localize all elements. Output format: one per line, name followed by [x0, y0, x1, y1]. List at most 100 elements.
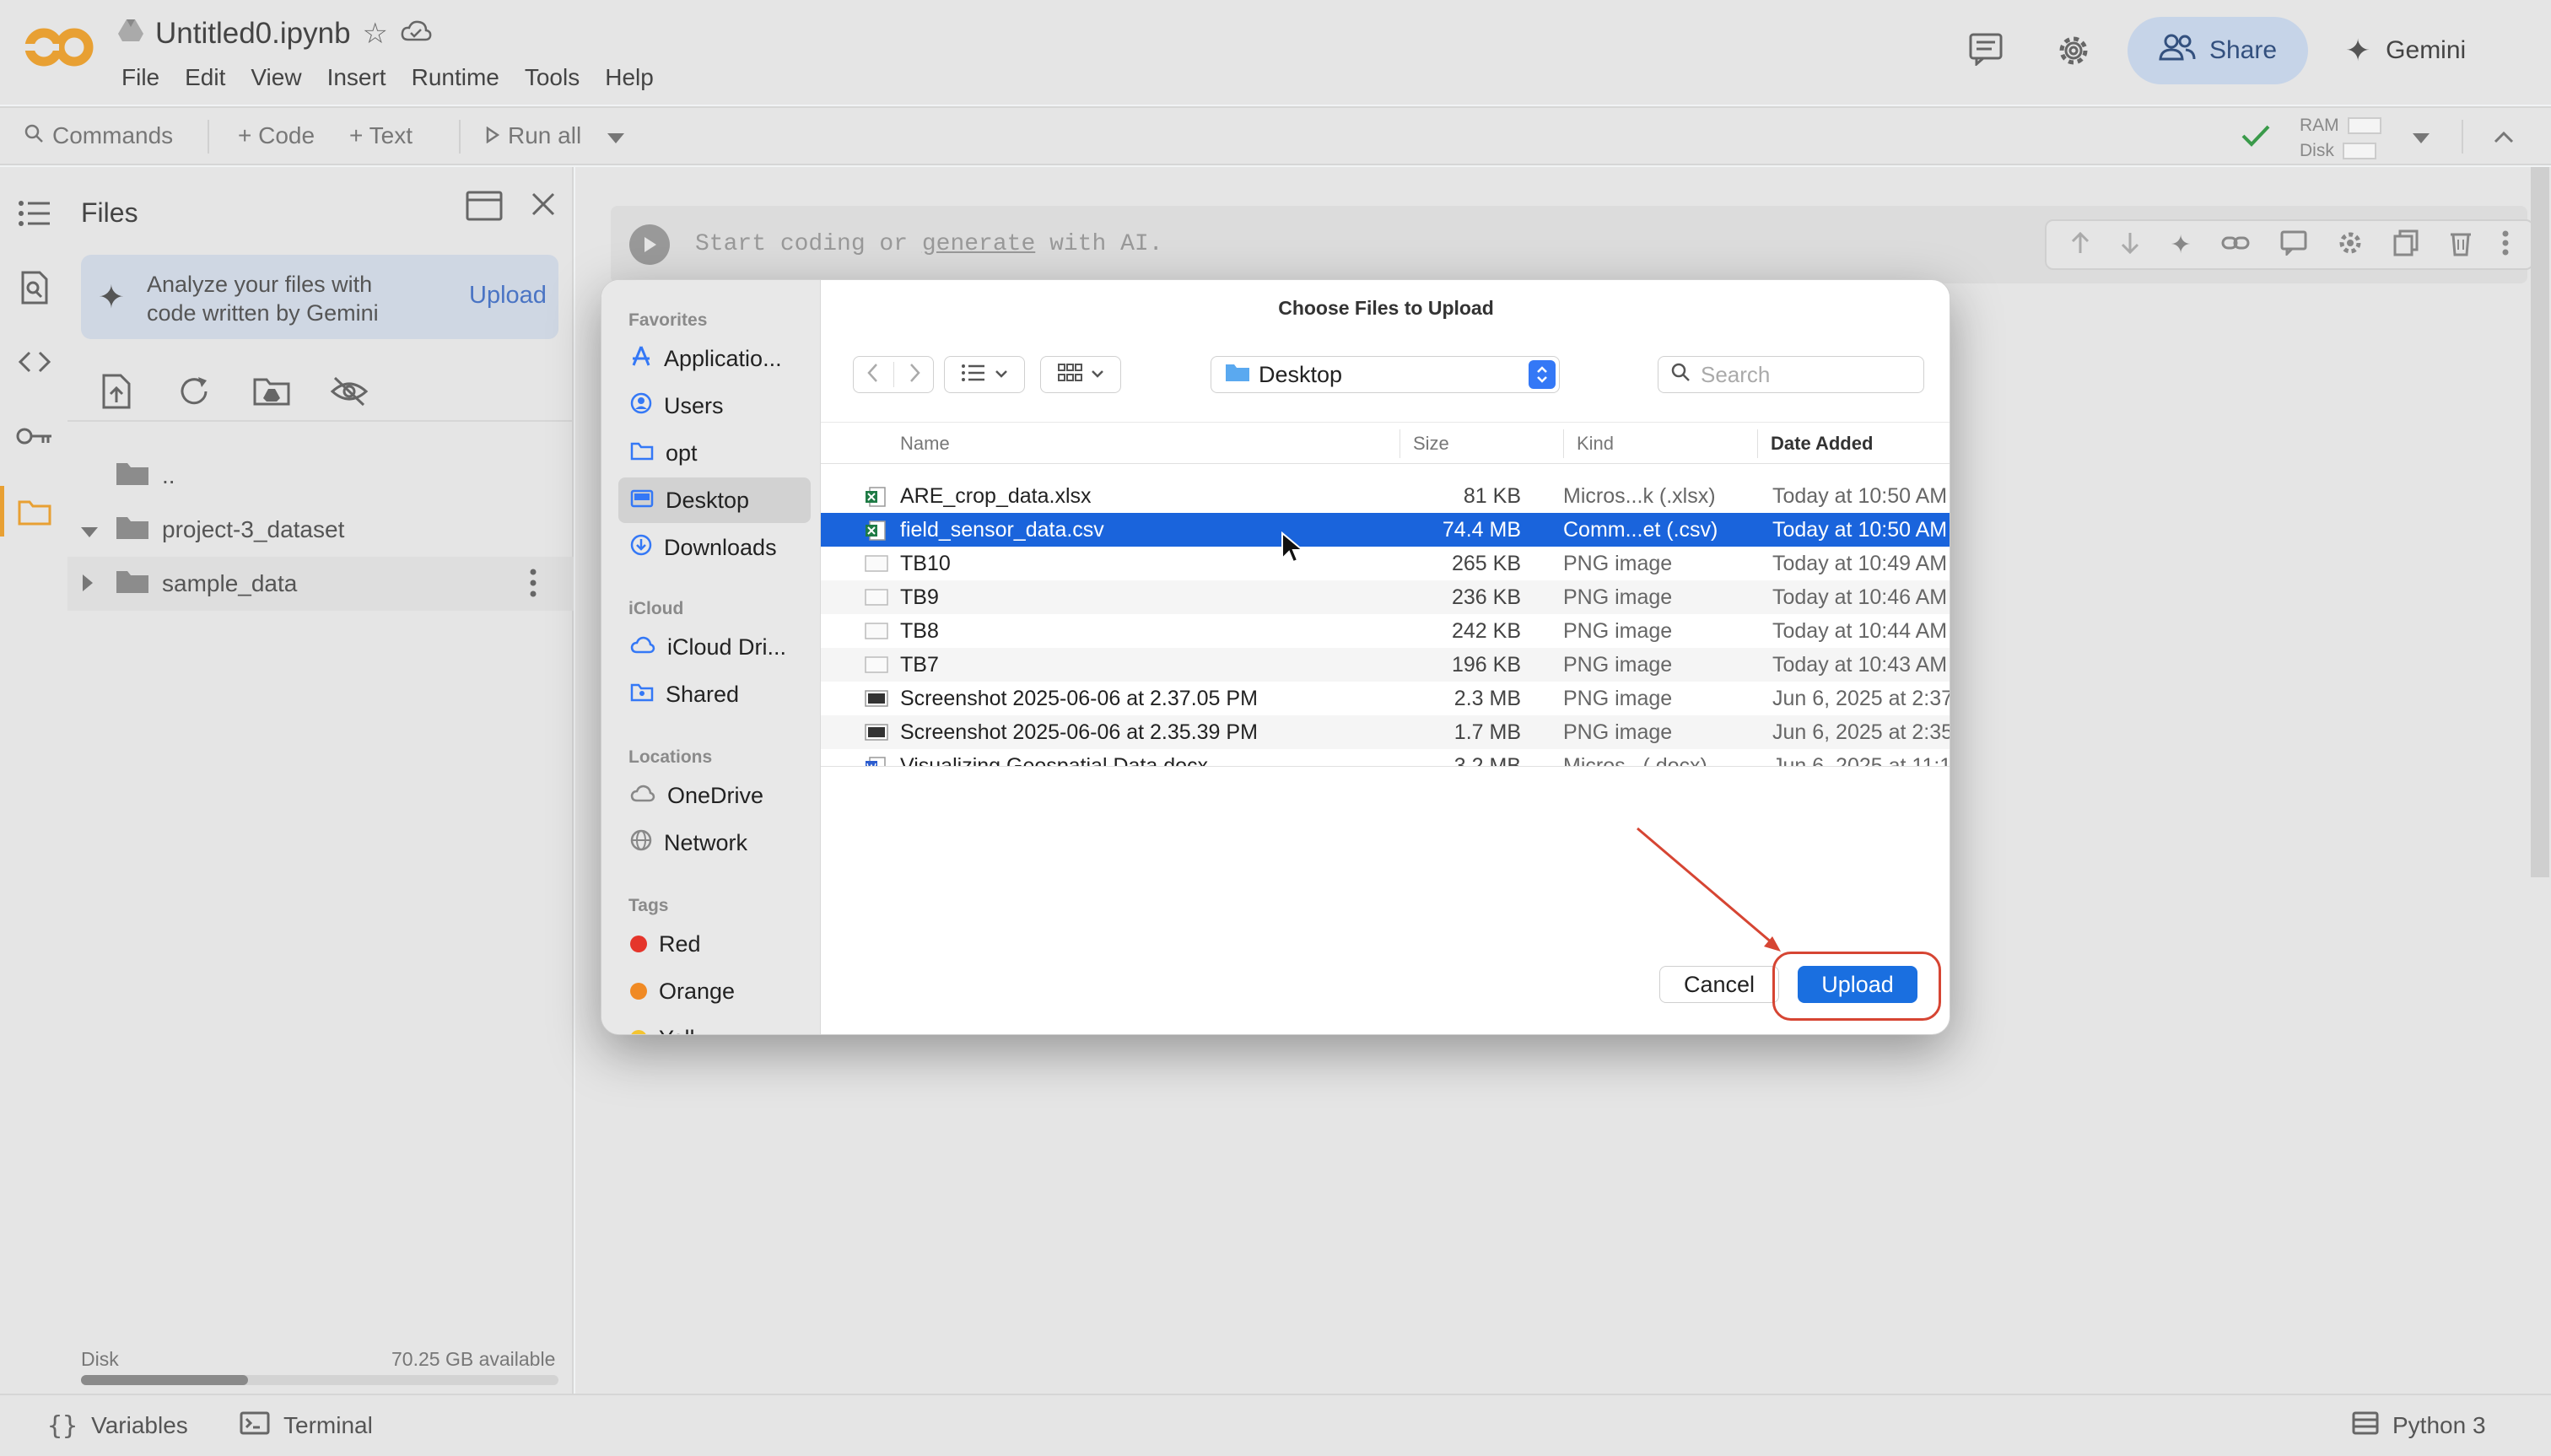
column-header-name[interactable]: Name: [900, 423, 950, 465]
menu-runtime[interactable]: Runtime: [412, 64, 499, 91]
notebook-scrollbar[interactable]: [2531, 167, 2549, 877]
sidebar-item-downloads[interactable]: Downloads: [618, 525, 811, 570]
sidebar-tag-yellow[interactable]: Yell...: [618, 1016, 811, 1034]
cell-settings-gear-icon[interactable]: [2337, 229, 2364, 261]
connected-check-icon[interactable]: [2241, 108, 2271, 164]
run-cell-button[interactable]: [629, 224, 670, 265]
cloud-icon[interactable]: [400, 17, 432, 51]
menu-help[interactable]: Help: [605, 64, 654, 91]
menu-insert[interactable]: Insert: [327, 64, 386, 91]
column-header-kind[interactable]: Kind: [1577, 423, 1614, 465]
sidebar-item-opt[interactable]: opt: [618, 430, 811, 476]
file-row[interactable]: TB10 265 KB PNG image Today at 10:49 AM: [821, 547, 1950, 580]
sidebar-item-icloud-drive[interactable]: iCloud Dri...: [618, 624, 811, 670]
tree-row-parent[interactable]: ..: [67, 449, 574, 503]
sidebar-tag-red[interactable]: Red: [618, 921, 811, 967]
link-icon[interactable]: [2221, 235, 2250, 256]
run-all-button[interactable]: Run all: [486, 108, 581, 164]
column-divider[interactable]: [1757, 429, 1758, 458]
location-dropdown[interactable]: Desktop: [1211, 356, 1560, 393]
mirror-cell-icon[interactable]: [2393, 229, 2419, 261]
menu-bar: File Edit View Insert Runtime Tools Help: [121, 64, 654, 91]
chevron-left-icon[interactable]: [866, 363, 878, 387]
file-date-added: Today at 10:44 AM: [1772, 618, 1948, 643]
menu-tools[interactable]: Tools: [525, 64, 580, 91]
column-header-size[interactable]: Size: [1413, 423, 1449, 465]
menu-edit[interactable]: Edit: [185, 64, 225, 91]
table-of-contents-icon[interactable]: [15, 194, 54, 233]
column-header-date-added[interactable]: Date Added: [1771, 423, 1873, 465]
sidebar-item-applications[interactable]: Applicatio...: [618, 336, 811, 381]
star-icon[interactable]: ☆: [363, 17, 388, 51]
move-down-icon[interactable]: [2120, 231, 2140, 259]
file-row[interactable]: Screenshot 2025-06-06 at 2.35.39 PM 1.7 M…: [821, 715, 1950, 749]
resources-dropdown[interactable]: [2413, 108, 2430, 164]
dialog-search-field[interactable]: Search: [1658, 356, 1924, 393]
cell-placeholder[interactable]: Start coding or generate with AI.: [695, 231, 1163, 257]
secrets-key-icon[interactable]: [15, 417, 54, 456]
code-cell[interactable]: Start coding or generate with AI. ✦: [611, 206, 2534, 283]
file-name: Screenshot 2025-06-06 at 2.37.05 PM: [900, 686, 1258, 710]
refresh-icon[interactable]: [170, 368, 218, 415]
resource-meters[interactable]: RAM Disk: [2300, 113, 2381, 164]
disk-label: Disk: [2300, 141, 2334, 160]
colab-logo[interactable]: [24, 24, 94, 71]
caret-down-icon[interactable]: [81, 516, 98, 543]
file-row[interactable]: TB8 242 KB PNG image Today at 10:44 AM: [821, 614, 1950, 648]
file-row[interactable]: Screenshot 2025-06-06 at 2.37.05 PM 2.3 M…: [821, 682, 1950, 715]
tree-row-project-3-dataset[interactable]: project-3_dataset: [67, 503, 574, 557]
column-divider[interactable]: [1563, 429, 1564, 458]
caret-right-icon[interactable]: [83, 570, 93, 597]
settings-gear-icon[interactable]: [2048, 25, 2099, 76]
comment-icon[interactable]: [2280, 230, 2307, 260]
sidebar-item-desktop[interactable]: Desktop: [618, 477, 811, 523]
sidebar-item-onedrive[interactable]: OneDrive: [618, 773, 811, 818]
notebook-title[interactable]: Untitled0.ipynb: [155, 17, 351, 51]
hide-files-eye-off-icon[interactable]: [326, 368, 373, 415]
sidebar-item-shared[interactable]: Shared: [618, 671, 811, 717]
menu-file[interactable]: File: [121, 64, 159, 91]
sidebar-item-label: Network: [664, 829, 748, 855]
file-row[interactable]: Visualizing Geospatial Data.docx 3.2 MB Mi…: [821, 749, 1950, 766]
comments-icon[interactable]: [1960, 24, 2011, 74]
mount-drive-icon[interactable]: [248, 368, 295, 415]
move-up-icon[interactable]: [2070, 231, 2090, 259]
gemini-upload-link[interactable]: Upload: [469, 282, 547, 310]
terminal-button[interactable]: Terminal: [240, 1395, 373, 1456]
code-snippets-icon[interactable]: [15, 342, 54, 381]
file-row[interactable]: TB9 236 KB PNG image Today at 10:46 AM: [821, 580, 1950, 614]
file-row[interactable]: field_sensor_data.csv 74.4 MB Comm...et (.…: [821, 513, 1950, 547]
run-all-dropdown[interactable]: [607, 108, 624, 164]
add-text-button[interactable]: + Text: [349, 108, 413, 164]
list-view-button[interactable]: [944, 356, 1025, 393]
share-button[interactable]: Share: [2128, 17, 2308, 84]
add-code-button[interactable]: + Code: [238, 108, 315, 164]
gemini-sparkle-icon[interactable]: ✦: [2171, 230, 2192, 260]
variables-button[interactable]: {} Variables: [47, 1395, 188, 1456]
file-row[interactable]: TB7 196 KB PNG image Today at 10:43 AM: [821, 648, 1950, 682]
collapse-header-button[interactable]: [2494, 108, 2514, 164]
gemini-button[interactable]: ✦ Gemini: [2345, 24, 2466, 78]
tree-row-sample-data[interactable]: sample_data: [67, 557, 574, 611]
icloud-header: iCloud: [628, 599, 684, 618]
sidebar-item-network[interactable]: Network: [618, 820, 811, 866]
generate-link[interactable]: generate: [922, 231, 1035, 257]
file-row[interactable]: ARE_crop_data.xlsx 81 KB Micros...k (.xlsx…: [821, 479, 1950, 513]
open-in-tab-icon[interactable]: [466, 191, 503, 225]
menu-view[interactable]: View: [251, 64, 301, 91]
commands-button[interactable]: Commands: [24, 108, 173, 164]
sidebar-item-users[interactable]: Users: [618, 383, 811, 429]
more-vertical-icon[interactable]: [530, 569, 537, 603]
chevron-right-icon[interactable]: [909, 363, 921, 387]
find-replace-icon[interactable]: [15, 268, 54, 307]
kernel-status[interactable]: Python 3: [2352, 1395, 2486, 1456]
close-icon[interactable]: [530, 191, 557, 222]
sidebar-tag-orange[interactable]: Orange: [618, 968, 811, 1014]
gemini-sparkle-icon: ✦: [2345, 33, 2371, 67]
delete-trash-icon[interactable]: [2449, 229, 2473, 261]
file-size: 1.7 MB: [1453, 720, 1521, 744]
more-vertical-icon[interactable]: [2502, 230, 2509, 260]
group-view-button[interactable]: [1040, 356, 1121, 393]
files-folder-icon[interactable]: [15, 493, 54, 531]
upload-file-icon[interactable]: [93, 368, 140, 415]
